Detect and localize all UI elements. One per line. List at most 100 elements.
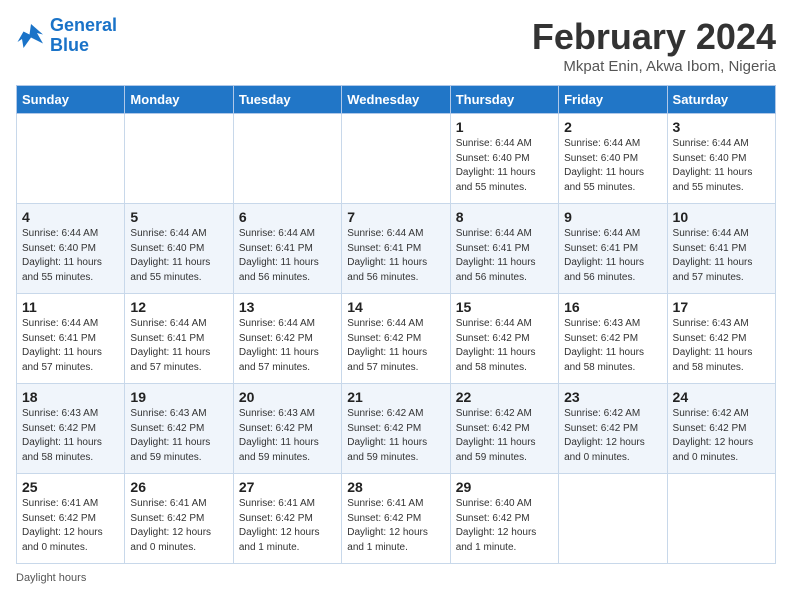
day-number: 13 [239,299,336,315]
calendar-cell: 14Sunrise: 6:44 AM Sunset: 6:42 PM Dayli… [342,294,450,384]
day-number: 1 [456,119,553,135]
day-info: Sunrise: 6:41 AM Sunset: 6:42 PM Dayligh… [22,497,119,555]
day-number: 20 [239,389,336,405]
logo-icon [16,21,46,51]
calendar-cell: 19Sunrise: 6:43 AM Sunset: 6:42 PM Dayli… [125,384,233,474]
calendar-cell: 29 Sunrise: 6:40 AM Sunset: 6:42 PM Dayli… [450,474,558,564]
day-number: 28 [347,479,444,495]
calendar-cell: 3 Sunrise: 6:44 AM Sunset: 6:40 PM Daylig… [667,114,775,204]
day-info: Sunrise: 6:40 AM Sunset: 6:42 PM Dayligh… [456,497,553,555]
day-info: Sunrise: 6:44 AM Sunset: 6:41 PM Dayligh… [347,227,444,285]
day-info: Sunrise: 6:42 AM Sunset: 6:42 PM Dayligh… [673,407,770,465]
day-number: 25 [22,479,119,495]
calendar-cell: 7 Sunrise: 6:44 AM Sunset: 6:41 PM Daylig… [342,204,450,294]
day-number: 6 [239,209,336,225]
day-number: 18 [22,389,119,405]
calendar-cell [233,114,341,204]
day-header-wednesday: Wednesday [342,86,450,114]
day-header-sunday: Sunday [17,86,125,114]
day-number: 27 [239,479,336,495]
calendar-cell: 8 Sunrise: 6:44 AM Sunset: 6:41 PM Daylig… [450,204,558,294]
day-number: 12 [130,299,227,315]
calendar-cell: 28Sunrise: 6:41 AM Sunset: 6:42 PM Dayli… [342,474,450,564]
calendar-cell: 2Sunrise: 6:44 AM Sunset: 6:40 PM Daylig… [559,114,667,204]
day-header-monday: Monday [125,86,233,114]
calendar-cell: 23 Sunrise: 6:42 AM Sunset: 6:42 PM Dayli… [559,384,667,474]
logo: General Blue [16,16,117,56]
calendar-cell: 6 Sunrise: 6:44 AM Sunset: 6:41 PM Daylig… [233,204,341,294]
day-info: Sunrise: 6:42 AM Sunset: 6:42 PM Dayligh… [564,407,661,465]
day-info: Sunrise: 6:44 AM Sunset: 6:41 PM Dayligh… [456,227,553,285]
logo-text: General Blue [50,16,117,56]
day-info: Sunrise: 6:42 AM Sunset: 6:42 PM Dayligh… [347,407,444,465]
day-info: Sunrise: 6:44 AM Sunset: 6:40 PM Dayligh… [673,137,770,195]
daylight-label: Daylight hours [16,572,86,584]
calendar-cell: 27 Sunrise: 6:41 AM Sunset: 6:42 PM Dayli… [233,474,341,564]
calendar-cell: 10 Sunrise: 6:44 AM Sunset: 6:41 PM Dayli… [667,204,775,294]
logo-general: General [50,15,117,35]
day-number: 17 [673,299,770,315]
day-number: 26 [130,479,227,495]
day-number: 3 [673,119,770,135]
day-number: 29 [456,479,553,495]
calendar-cell [667,474,775,564]
calendar-cell: 1Sunrise: 6:44 AM Sunset: 6:40 PM Daylig… [450,114,558,204]
day-info: Sunrise: 6:41 AM Sunset: 6:42 PM Dayligh… [239,497,336,555]
calendar-cell: 22 Sunrise: 6:42 AM Sunset: 6:42 PM Dayli… [450,384,558,474]
calendar-cell: 4 Sunrise: 6:44 AM Sunset: 6:40 PM Daylig… [17,204,125,294]
calendar-header: SundayMondayTuesdayWednesdayThursdayFrid… [17,86,776,114]
day-number: 23 [564,389,661,405]
calendar-cell: 26 Sunrise: 6:41 AM Sunset: 6:42 PM Dayli… [125,474,233,564]
day-header-thursday: Thursday [450,86,558,114]
footer: Daylight hours [16,572,776,584]
title-block: February 2024 Mkpat Enin, Akwa Ibom, Nig… [532,16,776,75]
day-info: Sunrise: 6:44 AM Sunset: 6:40 PM Dayligh… [564,137,661,195]
day-number: 14 [347,299,444,315]
calendar-cell [125,114,233,204]
day-number: 8 [456,209,553,225]
day-header-tuesday: Tuesday [233,86,341,114]
calendar-cell: 18Sunrise: 6:43 AM Sunset: 6:42 PM Dayli… [17,384,125,474]
calendar-cell [559,474,667,564]
calendar-cell [342,114,450,204]
day-number: 21 [347,389,444,405]
day-number: 9 [564,209,661,225]
day-info: Sunrise: 6:44 AM Sunset: 6:40 PM Dayligh… [22,227,119,285]
calendar-cell: 12 Sunrise: 6:44 AM Sunset: 6:41 PM Dayli… [125,294,233,384]
week-row-2: 4 Sunrise: 6:44 AM Sunset: 6:40 PM Daylig… [17,204,776,294]
day-number: 10 [673,209,770,225]
day-info: Sunrise: 6:43 AM Sunset: 6:42 PM Dayligh… [673,317,770,375]
day-header-friday: Friday [559,86,667,114]
day-info: Sunrise: 6:44 AM Sunset: 6:42 PM Dayligh… [239,317,336,375]
week-row-3: 11 Sunrise: 6:44 AM Sunset: 6:41 PM Dayli… [17,294,776,384]
day-number: 7 [347,209,444,225]
day-info: Sunrise: 6:44 AM Sunset: 6:41 PM Dayligh… [239,227,336,285]
day-number: 22 [456,389,553,405]
calendar-cell [17,114,125,204]
calendar-cell: 11 Sunrise: 6:44 AM Sunset: 6:41 PM Dayli… [17,294,125,384]
location-subtitle: Mkpat Enin, Akwa Ibom, Nigeria [532,58,776,75]
day-number: 15 [456,299,553,315]
day-info: Sunrise: 6:44 AM Sunset: 6:41 PM Dayligh… [22,317,119,375]
day-info: Sunrise: 6:43 AM Sunset: 6:42 PM Dayligh… [239,407,336,465]
day-info: Sunrise: 6:43 AM Sunset: 6:42 PM Dayligh… [564,317,661,375]
calendar-cell: 17 Sunrise: 6:43 AM Sunset: 6:42 PM Dayli… [667,294,775,384]
day-info: Sunrise: 6:41 AM Sunset: 6:42 PM Dayligh… [130,497,227,555]
day-number: 4 [22,209,119,225]
calendar-cell: 15 Sunrise: 6:44 AM Sunset: 6:42 PM Dayli… [450,294,558,384]
week-row-1: 1 Sunrise: 6:44 AM Sunset: 6:40 PM Daylig… [17,114,776,204]
calendar-cell: 5Sunrise: 6:44 AM Sunset: 6:40 PM Daylig… [125,204,233,294]
day-info: Sunrise: 6:44 AM Sunset: 6:41 PM Dayligh… [673,227,770,285]
calendar-cell: 13 Sunrise: 6:44 AM Sunset: 6:42 PM Dayli… [233,294,341,384]
calendar-cell: 24Sunrise: 6:42 AM Sunset: 6:42 PM Dayli… [667,384,775,474]
day-info: Sunrise: 6:44 AM Sunset: 6:41 PM Dayligh… [564,227,661,285]
day-header-saturday: Saturday [667,86,775,114]
day-info: Sunrise: 6:42 AM Sunset: 6:42 PM Dayligh… [456,407,553,465]
day-info: Sunrise: 6:44 AM Sunset: 6:42 PM Dayligh… [456,317,553,375]
day-number: 11 [22,299,119,315]
calendar-cell: 21 Sunrise: 6:42 AM Sunset: 6:42 PM Dayli… [342,384,450,474]
calendar-table: SundayMondayTuesdayWednesdayThursdayFrid… [16,85,776,564]
week-row-5: 25 Sunrise: 6:41 AM Sunset: 6:42 PM Dayli… [17,474,776,564]
month-title: February 2024 [532,16,776,58]
day-info: Sunrise: 6:44 AM Sunset: 6:41 PM Dayligh… [130,317,227,375]
